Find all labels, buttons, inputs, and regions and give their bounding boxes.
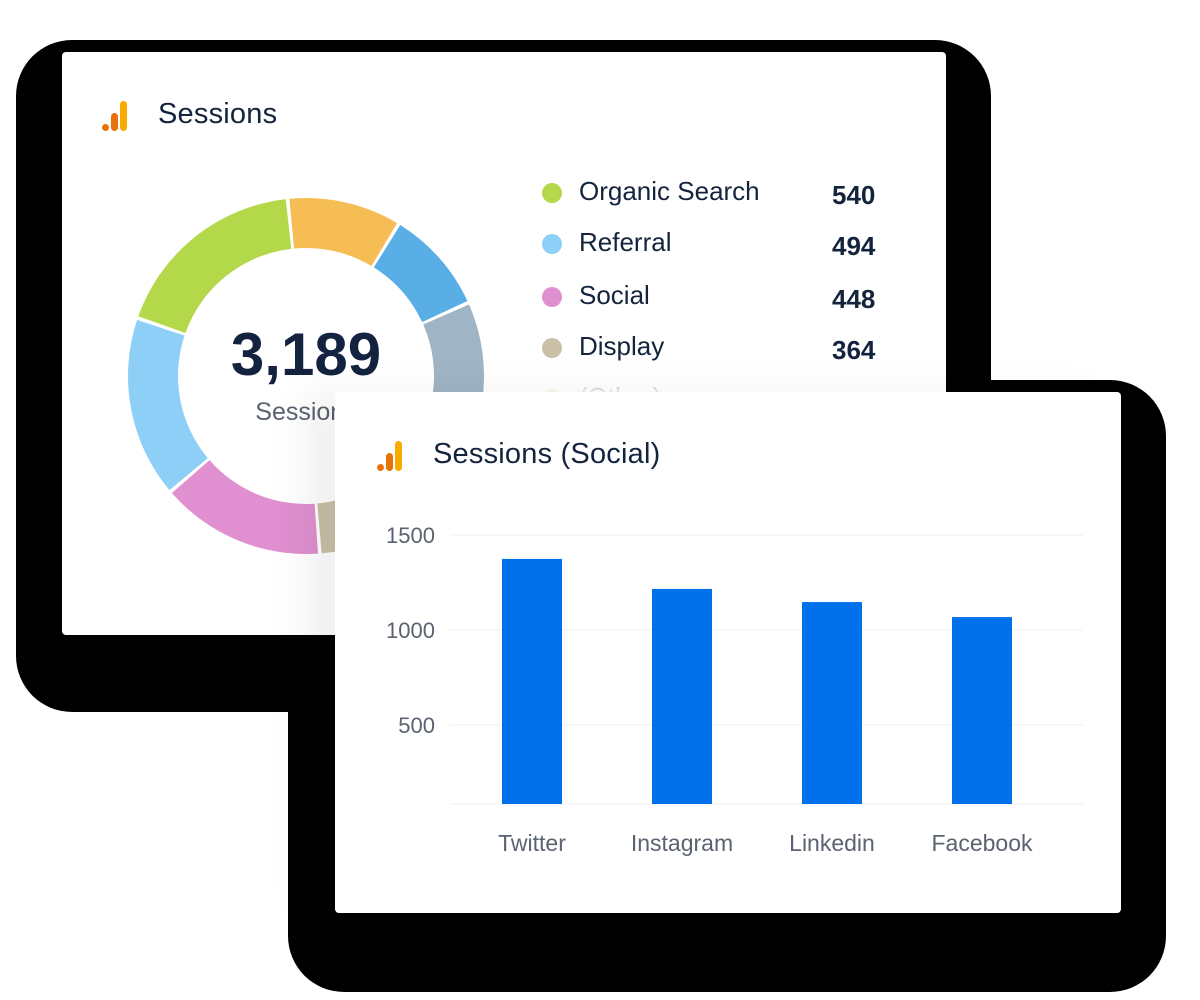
donut-segment[interactable] bbox=[138, 199, 292, 334]
analytics-bar-icon bbox=[102, 99, 132, 131]
y-tick-label: 1500 bbox=[386, 523, 435, 548]
social-sessions-widget: 500 1000 1500 Twitter Instagram Linkedin Face… bbox=[335, 392, 1121, 913]
widget-header: Sessions bbox=[102, 98, 277, 131]
widget-header: Sessions (Social) bbox=[377, 438, 660, 471]
legend-value: 364 bbox=[832, 335, 876, 365]
legend-label: Social bbox=[579, 280, 650, 310]
legend-value: 448 bbox=[832, 284, 876, 314]
donut-total-value: 3,189 bbox=[230, 321, 382, 388]
legend-item[interactable]: Display 364 bbox=[542, 331, 902, 371]
donut-segment[interactable] bbox=[289, 198, 398, 267]
donut-segment[interactable] bbox=[171, 460, 318, 554]
legend-dot bbox=[542, 183, 562, 203]
legend-label: Referral bbox=[579, 227, 672, 257]
widget-title-suffix: (Social) bbox=[560, 438, 661, 470]
bar-facebook[interactable] bbox=[952, 617, 1012, 804]
bar-instagram[interactable] bbox=[652, 588, 712, 804]
legend-dot bbox=[542, 338, 562, 358]
donut-segment[interactable] bbox=[373, 225, 468, 323]
analytics-bar-icon bbox=[377, 439, 407, 471]
legend-value: 494 bbox=[832, 231, 876, 261]
legend-item[interactable]: Organic Search 540 bbox=[542, 176, 902, 216]
widget-title: Sessions bbox=[158, 98, 278, 130]
bar-linkedin[interactable] bbox=[802, 602, 862, 804]
legend-item[interactable]: Social 448 bbox=[542, 280, 902, 320]
x-tick-label: Linkedin bbox=[789, 830, 875, 856]
x-tick-label: Instagram bbox=[631, 830, 733, 856]
legend-label: Display bbox=[579, 331, 665, 361]
legend-label: Organic Search bbox=[579, 176, 760, 206]
legend-item[interactable]: Referral 494 bbox=[542, 227, 902, 267]
widget-title: Sessions (Social) bbox=[433, 438, 660, 471]
y-tick-label: 1000 bbox=[386, 618, 435, 643]
x-tick-label: Facebook bbox=[931, 830, 1033, 856]
y-tick-label: 500 bbox=[398, 713, 435, 738]
x-tick-label: Twitter bbox=[498, 830, 566, 856]
legend-dot bbox=[542, 234, 562, 254]
widget-title-main: Sessions bbox=[433, 438, 553, 470]
legend-value: 540 bbox=[832, 180, 876, 210]
legend-dot bbox=[542, 287, 562, 307]
bar-twitter[interactable] bbox=[502, 558, 562, 804]
